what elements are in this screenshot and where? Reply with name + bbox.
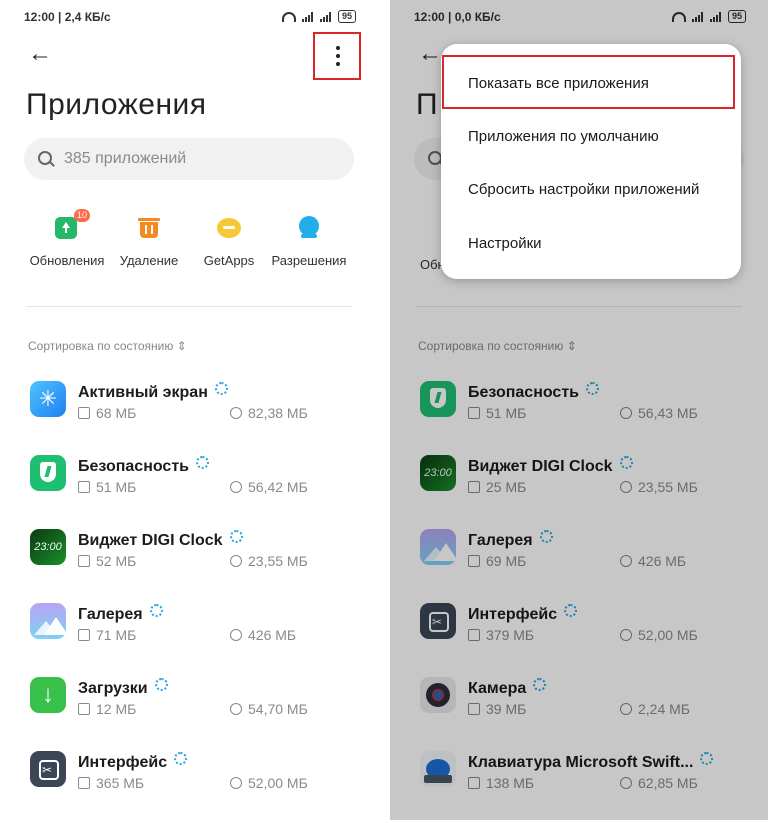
- sort-selector[interactable]: Сортировка по состоянию ⇕: [28, 339, 187, 353]
- app-size: 68 МБ: [96, 405, 137, 421]
- quick-action-label: Разрешения: [271, 253, 347, 268]
- updates-badge: 10: [73, 209, 90, 222]
- loading-icon: [154, 678, 168, 691]
- app-data: 426 МБ: [248, 627, 297, 643]
- app-data: 52,00 МБ: [248, 775, 308, 791]
- app-list-item[interactable]: ✳ Активный экран 68 МБ 82,38 МБ: [30, 381, 370, 441]
- loading-icon: [174, 752, 188, 765]
- sort-label: Сортировка по состоянию: [28, 339, 174, 353]
- app-data: 54,70 МБ: [248, 701, 308, 717]
- data-clock-icon: [230, 629, 242, 641]
- more-dot: [336, 46, 340, 50]
- page-title: Приложения: [26, 88, 207, 121]
- app-data: 82,38 МБ: [248, 405, 308, 421]
- app-name: Интерфейс: [78, 754, 168, 771]
- app-size: 365 МБ: [96, 775, 145, 791]
- signal-icon: [301, 11, 314, 22]
- security-icon: [30, 455, 66, 491]
- status-time: 12:00 | 2,4 КБ/с: [24, 10, 111, 24]
- data-clock-icon: [230, 407, 242, 419]
- search-icon: [38, 151, 52, 165]
- quick-action-label: Обновления: [29, 253, 105, 268]
- status-bar: 12:00 | 2,4 КБ/с 95: [24, 8, 356, 26]
- gallery-icon: [30, 603, 66, 639]
- app-list-item[interactable]: Безопасность 51 МБ 56,42 МБ: [30, 455, 370, 515]
- interface-icon: ✂: [30, 751, 66, 787]
- storage-chip-icon: [78, 703, 90, 715]
- getapps-icon: [216, 214, 242, 240]
- app-name: Активный экран: [78, 384, 208, 401]
- active-screen-icon: ✳: [30, 381, 66, 417]
- app-size: 71 МБ: [96, 627, 137, 643]
- app-list-item[interactable]: ↓ Загрузки 12 МБ 54,70 МБ: [30, 677, 370, 737]
- app-size: 12 МБ: [96, 701, 137, 717]
- storage-chip-icon: [78, 555, 90, 567]
- app-list-item[interactable]: 23:00 Виджет DIGI Clock 52 МБ 23,55 МБ: [30, 529, 370, 589]
- app-data: 56,42 МБ: [248, 479, 308, 495]
- search-placeholder: 385 приложений: [64, 150, 187, 167]
- loading-icon: [214, 382, 228, 395]
- trash-icon: [136, 214, 162, 240]
- app-name: Безопасность: [78, 458, 189, 475]
- digi-clock-text: 23:00: [34, 541, 62, 553]
- storage-chip-icon: [78, 407, 90, 419]
- search-input[interactable]: 385 приложений: [24, 138, 354, 180]
- back-arrow-icon[interactable]: ←: [28, 42, 54, 66]
- downloads-icon: ↓: [30, 677, 66, 713]
- digi-clock-icon: 23:00: [30, 529, 66, 565]
- wifi-icon: [281, 11, 296, 22]
- update-icon: 10: [54, 209, 90, 240]
- app-name: Виджет DIGI Clock: [78, 532, 223, 549]
- app-name: Загрузки: [78, 680, 148, 697]
- sort-chevron-icon: ⇕: [176, 339, 187, 353]
- signal-icon: [319, 11, 332, 22]
- quick-action-label: GetApps: [203, 253, 255, 268]
- quick-action-permissions[interactable]: Разрешения: [264, 214, 354, 268]
- menu-item-settings[interactable]: Настройки: [468, 235, 542, 252]
- loading-icon: [195, 456, 209, 469]
- quick-action-getapps[interactable]: GetApps: [184, 214, 274, 268]
- app-name: Галерея: [78, 606, 143, 623]
- quick-action-label: Удаление: [119, 253, 179, 268]
- app-size: 52 МБ: [96, 553, 137, 569]
- loading-icon: [229, 530, 243, 543]
- storage-chip-icon: [78, 629, 90, 641]
- menu-item-default-apps[interactable]: Приложения по умолчанию: [468, 128, 659, 145]
- more-dot: [336, 62, 340, 66]
- loading-icon: [149, 604, 163, 617]
- quick-action-uninstall[interactable]: Удаление: [104, 214, 194, 268]
- data-clock-icon: [230, 555, 242, 567]
- app-list-item[interactable]: Галерея 71 МБ 426 МБ: [30, 603, 370, 663]
- apps-screen: 12:00 | 2,4 КБ/с 95 ← Приложения 385 при…: [0, 0, 378, 820]
- more-dot: [336, 54, 340, 58]
- app-data: 23,55 МБ: [248, 553, 308, 569]
- panel-gap: [378, 0, 390, 820]
- app-list-item[interactable]: ✂ Интерфейс 365 МБ 52,00 МБ: [30, 751, 370, 811]
- highlight-frame: [442, 55, 735, 109]
- quick-action-updates[interactable]: 10 Обновления: [22, 209, 112, 268]
- data-clock-icon: [230, 481, 242, 493]
- more-menu-button[interactable]: [313, 32, 361, 80]
- divider: [26, 306, 352, 307]
- battery-icon: 95: [337, 10, 356, 23]
- storage-chip-icon: [78, 481, 90, 493]
- storage-chip-icon: [78, 777, 90, 789]
- menu-item-reset-app-settings[interactable]: Сбросить настройки приложений: [468, 181, 699, 198]
- data-clock-icon: [230, 703, 242, 715]
- data-clock-icon: [230, 777, 242, 789]
- app-size: 51 МБ: [96, 479, 137, 495]
- permissions-icon: [296, 214, 322, 240]
